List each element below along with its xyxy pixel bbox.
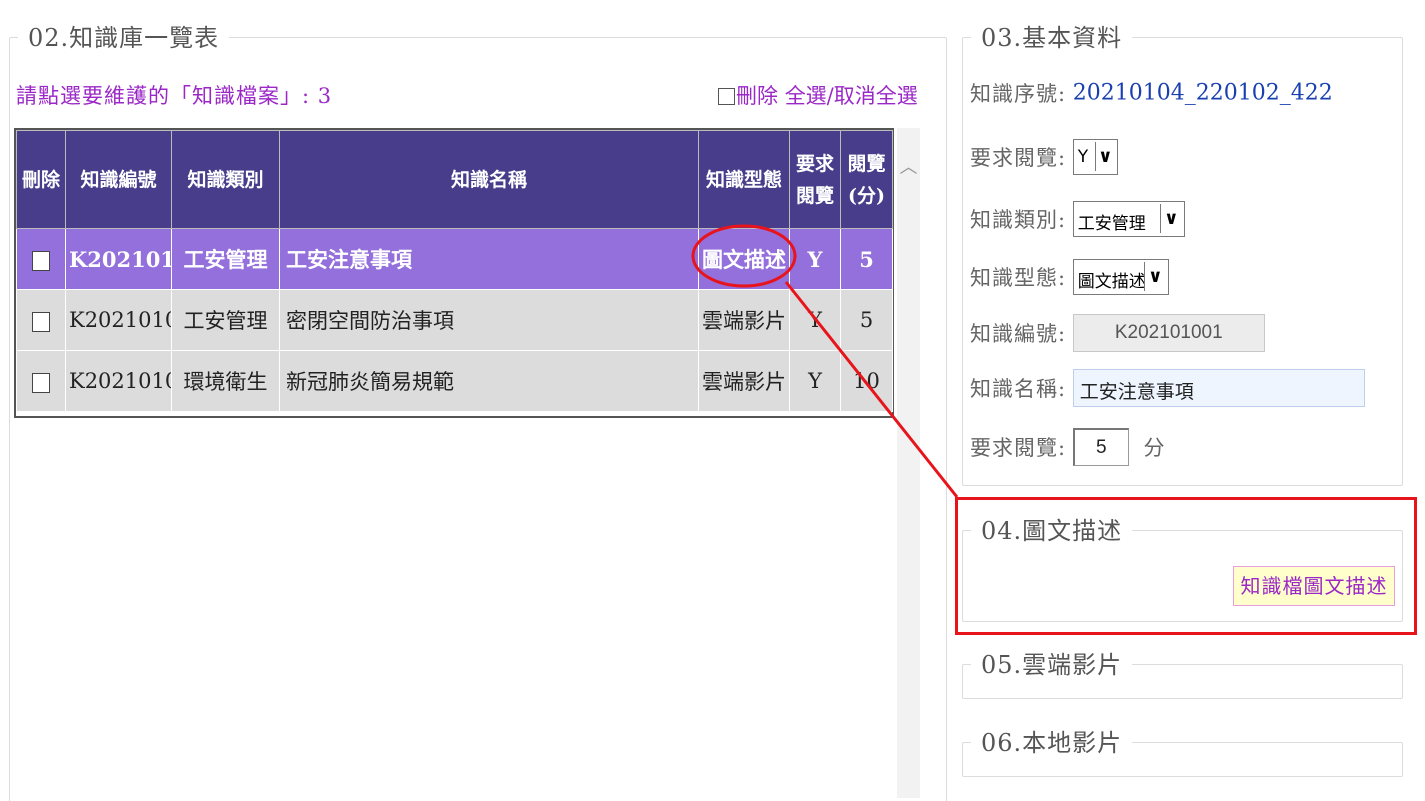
row-delete-checkbox[interactable] [32, 311, 50, 332]
name-row: 知識名稱: 工安注意事項 [970, 369, 1365, 407]
require-read-select[interactable]: Y ∨ [1072, 139, 1118, 175]
type-label: 知識型態: [970, 266, 1067, 290]
row-type: 雲端影片 [698, 350, 790, 412]
row-name: 新冠肺炎簡易規範 [279, 350, 699, 412]
name-label: 知識名稱: [970, 377, 1067, 401]
row-code: K202101001 [65, 228, 172, 290]
col-header-category: 知識類別 [171, 130, 280, 229]
category-label: 知識類別: [970, 208, 1067, 232]
read-time-label: 要求閱覽: [970, 436, 1067, 460]
local-video-panel: 06.本地影片 [962, 723, 1403, 777]
row-delete-cell [16, 350, 66, 412]
row-name: 工安注意事項 [279, 228, 699, 290]
require-read-select-value: Y [1077, 147, 1089, 167]
row-read-minutes: 5 [840, 228, 893, 290]
table-row[interactable]: K202101001 工安管理 工安注意事項 圖文描述 Y 5 [16, 228, 893, 290]
select-all-link[interactable]: 全選/取消全選 [785, 84, 918, 108]
table-row[interactable]: K202101002 工安管理 密閉空間防治事項 雲端影片 Y 5 [16, 289, 893, 351]
row-category: 工安管理 [171, 289, 280, 351]
code-field[interactable]: K202101001 [1072, 314, 1265, 352]
row-category: 工安管理 [171, 228, 280, 290]
read-time-field[interactable]: 5 [1072, 428, 1129, 466]
col-header-read-time: 閱覽 (分) [840, 130, 893, 229]
name-field[interactable]: 工安注意事項 [1072, 369, 1365, 407]
chevron-down-icon: ∨ [1094, 142, 1115, 171]
knowledge-description-button[interactable]: 知識檔圖文描述 [1233, 566, 1395, 606]
serial-label: 知識序號: [970, 82, 1067, 106]
basic-info-legend: 03.基本資料 [971, 18, 1133, 53]
read-time-unit: 分 [1143, 436, 1166, 460]
col-header-type: 知識型態 [698, 130, 790, 229]
row-code: K202101003 [65, 350, 172, 412]
row-type: 雲端影片 [698, 289, 790, 351]
code-label: 知識編號: [970, 322, 1067, 346]
col-header-require-read: 要求 閱覽 [789, 130, 841, 229]
description-legend: 04.圖文描述 [971, 511, 1133, 546]
table-row[interactable]: K202101003 環境衛生 新冠肺炎簡易規範 雲端影片 Y 10 [16, 350, 893, 412]
row-delete-cell [16, 228, 66, 290]
col-header-read-time-line2: (分) [848, 184, 885, 207]
table-header-row: 刪除 知識編號 知識類別 知識名稱 知識型態 要求 閱覽 閱覽 (分) [16, 130, 893, 229]
category-row: 知識類別: 工安管理 ∨ [970, 201, 1185, 237]
list-scrollbar[interactable]: ︿ [897, 128, 920, 798]
row-delete-cell [16, 289, 66, 351]
delete-label[interactable]: 刪除 [736, 84, 778, 108]
code-row: 知識編號: K202101001 [970, 314, 1265, 352]
row-delete-checkbox[interactable] [32, 251, 50, 271]
row-name: 密閉空間防治事項 [279, 289, 699, 351]
cloud-video-panel: 05.雲端影片 [962, 645, 1403, 699]
read-time-row: 要求閱覽: 5 分 [970, 428, 1165, 466]
chevron-down-icon: ∨ [1159, 204, 1182, 233]
selection-hint: 請點選要維護的「知識檔案」: 3 [16, 84, 333, 108]
type-select[interactable]: 圖文描述 ∨ [1072, 259, 1169, 295]
serial-value: 20210104_220102_422 [1072, 80, 1333, 106]
category-select[interactable]: 工安管理 ∨ [1072, 201, 1185, 237]
delete-all-checkbox[interactable] [718, 88, 735, 105]
serial-row: 知識序號: 20210104_220102_422 [970, 78, 1333, 108]
col-header-name: 知識名稱 [279, 130, 699, 229]
row-require-read: Y [789, 289, 841, 351]
row-type: 圖文描述 [698, 228, 790, 290]
row-require-read: Y [789, 228, 841, 290]
chevron-down-icon: ∨ [1143, 262, 1166, 291]
row-read-minutes: 5 [840, 289, 893, 351]
col-header-require-read-line1: 要求 [795, 152, 834, 175]
cloud-video-legend: 05.雲端影片 [971, 645, 1133, 680]
col-header-code: 知識編號 [65, 130, 172, 229]
chevron-up-icon[interactable]: ︿ [897, 158, 920, 178]
select-ops: 刪除 全選/取消全選 [718, 80, 918, 110]
col-header-read-time-line1: 閱覽 [847, 152, 886, 175]
col-header-require-read-line2: 閱覽 [795, 184, 834, 207]
local-video-legend: 06.本地影片 [971, 723, 1133, 758]
category-select-value: 工安管理 [1077, 214, 1146, 234]
require-read-row: 要求閱覽: Y ∨ [970, 139, 1118, 175]
col-header-delete: 刪除 [16, 130, 66, 229]
row-delete-checkbox[interactable] [32, 372, 50, 393]
row-code: K202101002 [65, 289, 172, 351]
knowledge-list-legend: 02.知識庫一覽表 [18, 18, 230, 53]
require-read-label: 要求閱覽: [970, 146, 1067, 170]
row-category: 環境衛生 [171, 350, 280, 412]
row-read-minutes: 10 [840, 350, 893, 412]
row-require-read: Y [789, 350, 841, 412]
type-row: 知識型態: 圖文描述 ∨ [970, 259, 1169, 295]
type-select-value: 圖文描述 [1077, 272, 1146, 292]
knowledge-table: 刪除 知識編號 知識類別 知識名稱 知識型態 要求 閱覽 閱覽 (分) K20210… [14, 128, 894, 418]
